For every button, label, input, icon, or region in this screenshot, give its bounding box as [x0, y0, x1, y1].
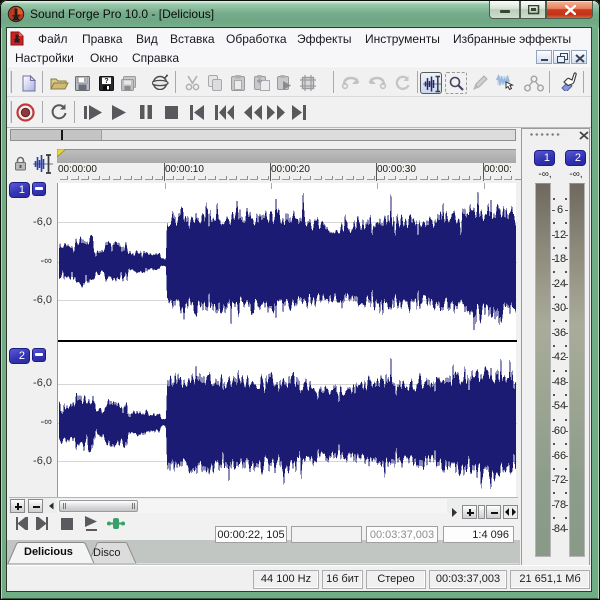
svg-text:?: ? [104, 78, 108, 85]
